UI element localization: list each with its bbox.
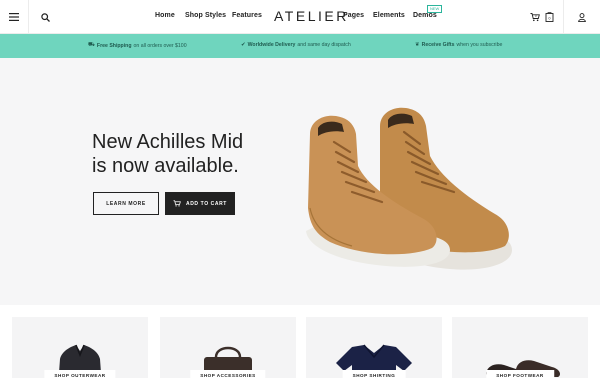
wishlist-icon: 0 — [545, 12, 553, 22]
nav-shop-styles[interactable]: Shop Styles — [185, 12, 226, 19]
search-icon — [40, 12, 50, 22]
search-button[interactable] — [29, 0, 61, 34]
brand-logo[interactable]: ATELIER — [274, 8, 349, 24]
cart-icon — [173, 200, 181, 207]
learn-more-button[interactable]: LEARN MORE — [93, 192, 159, 215]
category-label: SHOP FOOTWEAR — [486, 370, 554, 378]
sneakers-product-image — [306, 107, 512, 270]
category-card-outerwear[interactable]: SHOP OUTERWEAR — [12, 317, 148, 378]
shirt-image — [336, 344, 412, 378]
boots-image — [486, 360, 560, 378]
hero-title-line: is now available. — [92, 155, 239, 177]
nav-pages[interactable]: Pages — [343, 12, 364, 19]
user-icon — [578, 12, 586, 22]
add-to-cart-button[interactable]: ADD TO CART — [165, 192, 235, 215]
promo-bold: Worldwide Delivery — [247, 42, 296, 48]
nav-elements[interactable]: Elements — [373, 12, 405, 19]
promo-bold: Receive Gifts — [421, 42, 455, 48]
promo-free-shipping: ⛟ Free Shipping on all orders over $100 — [88, 42, 187, 49]
category-card-accessories[interactable]: SHOP ACCESSORIES — [160, 317, 296, 378]
promo-text: and same day dispatch — [297, 42, 351, 48]
category-card-shirting[interactable]: SHOP SHIRTING — [306, 317, 442, 378]
promo-receive-gifts: ❦ Receive Gifts when you subscribe — [415, 42, 502, 48]
hero-title-line: New Achilles Mid — [92, 131, 244, 153]
wishlist-count: 0 — [548, 16, 550, 20]
category-label: SHOP ACCESSORIES — [190, 370, 266, 378]
promo-bar: ⛟ Free Shipping on all orders over $100 … — [0, 34, 600, 58]
menu-button[interactable] — [0, 0, 29, 34]
hero-title: New Achilles Mid is now available. — [92, 130, 292, 178]
promo-bold: Free Shipping — [96, 42, 132, 49]
wishlist-button[interactable]: 0 — [540, 0, 558, 34]
nav-demos[interactable]: Demos — [413, 12, 437, 19]
cart-count: 0 — [535, 14, 537, 18]
add-to-cart-label: ADD TO CART — [186, 200, 227, 207]
category-grid: SHOP OUTERWEAR SHOP ACCESSORIES SHOP SHI… — [0, 305, 600, 378]
menu-icon — [9, 13, 19, 21]
nav-home[interactable]: Home — [155, 12, 175, 19]
cart-icon: 0 — [530, 13, 540, 22]
category-label: SHOP OUTERWEAR — [44, 370, 116, 378]
promo-text: when you subscribe — [456, 42, 503, 48]
account-button[interactable] — [563, 0, 600, 34]
gift-icon: ❦ — [415, 42, 420, 48]
promo-worldwide-delivery: ✔ Worldwide Delivery and same day dispat… — [241, 42, 351, 48]
category-card-footwear[interactable]: SHOP FOOTWEAR — [452, 317, 588, 378]
bag-image — [204, 346, 252, 378]
site-header: Home Shop Styles Features ATELIER Pages … — [0, 0, 600, 34]
category-label: SHOP SHIRTING — [342, 370, 406, 378]
check-icon: ✔ — [241, 42, 246, 48]
nav-features[interactable]: Features — [232, 12, 262, 19]
promo-text: on all orders over $100 — [133, 42, 187, 49]
new-badge: NEW — [427, 5, 443, 13]
hero-banner: New Achilles Mid is now available. LEARN… — [0, 58, 600, 305]
truck-icon: ⛟ — [88, 42, 95, 48]
jacket-image — [58, 344, 102, 378]
